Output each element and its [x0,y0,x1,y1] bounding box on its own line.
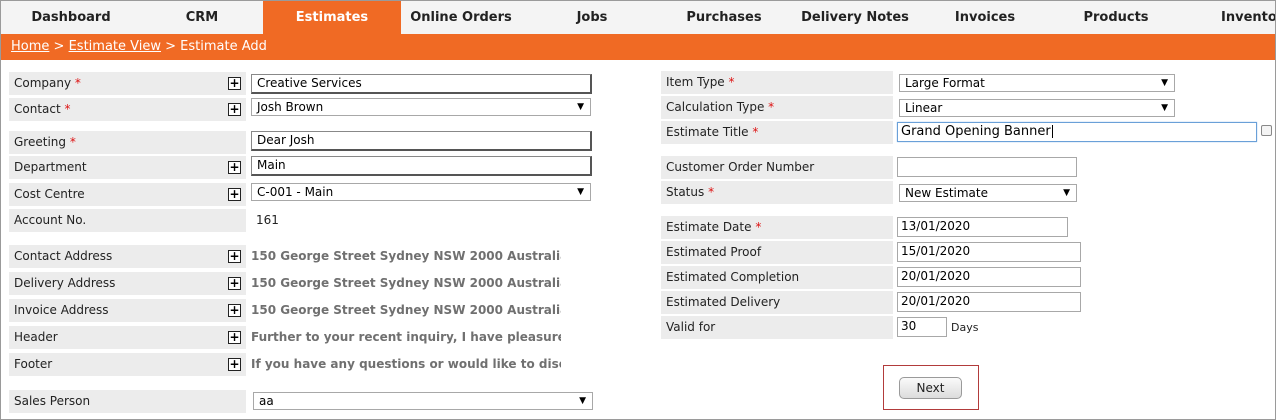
breadcrumb-separator: > [165,39,177,54]
nav-tab-delivery-notes[interactable]: Delivery Notes [785,1,925,34]
edit-footer-plus-icon[interactable]: + [228,358,241,371]
next-button-highlight: Next [883,365,979,410]
estimated-delivery-input[interactable]: 20/01/2020 [897,292,1081,312]
nav-tab-products[interactable]: Products [1045,1,1187,34]
edit-header-plus-icon[interactable]: + [228,331,241,344]
text-cursor [1051,125,1053,138]
department-input[interactable]: Main [251,156,592,176]
chevron-down-icon: ▼ [579,396,586,406]
breadcrumb-current: Estimate Add [180,39,267,54]
edit-contact-address-plus-icon[interactable]: + [228,250,241,263]
estimated-proof-label: Estimated Proof [661,241,893,264]
valid-for-label: Valid for [661,316,893,339]
department-label: Department [9,156,246,179]
next-button[interactable]: Next [899,377,962,399]
add-contact-plus-icon[interactable]: + [228,103,241,116]
estimate-title-label: Estimate Title * [661,121,893,144]
account-no-value: 161 [256,213,279,227]
customer-order-number-label: Customer Order Number [661,156,893,179]
greeting-label: Greeting * [9,131,246,154]
edit-invoice-address-plus-icon[interactable]: + [228,304,241,317]
invoice-address-label: Invoice Address [9,299,246,322]
cost-centre-select[interactable]: C-001 - Main ▼ [251,183,591,201]
contact-label: Contact * [9,98,246,121]
contact-select[interactable]: Josh Brown ▼ [251,98,591,116]
breadcrumb: Home > Estimate View > Estimate Add [1,34,1275,60]
chevron-down-icon: ▼ [1161,78,1168,88]
nav-tab-online-orders[interactable]: Online Orders [401,1,521,34]
footer-label: Footer [9,353,246,376]
header-text-value: Further to your recent inquiry, I have p… [251,330,561,344]
delivery-address-value: 150 George Street Sydney NSW 2000 Austra… [251,276,561,290]
company-input[interactable]: Creative Services [251,74,592,94]
estimated-completion-input[interactable]: 20/01/2020 [897,267,1081,287]
estimate-date-input[interactable]: 13/01/2020 [897,217,1068,237]
breadcrumb-estimate-view-link[interactable]: Estimate View [69,39,161,54]
add-company-plus-icon[interactable]: + [228,77,241,90]
status-select[interactable]: New Estimate ▼ [899,184,1077,202]
sales-person-select[interactable]: aa ▼ [253,392,593,410]
invoice-address-value: 150 George Street Sydney NSW 2000 Austra… [251,303,561,317]
item-type-label: Item Type * [661,71,893,94]
chevron-down-icon: ▼ [1063,188,1070,198]
calculation-type-label: Calculation Type * [661,96,893,119]
header-label: Header [9,326,246,349]
customer-order-number-input[interactable] [897,157,1077,177]
estimated-delivery-label: Estimated Delivery [661,291,893,314]
contact-address-label: Contact Address [9,245,246,268]
nav-tab-purchases[interactable]: Purchases [663,1,785,34]
contact-address-value: 150 George Street Sydney NSW 2000 Austra… [251,249,561,263]
footer-text-value: If you have any questions or would like … [251,357,561,371]
app-window: Dashboard CRM Estimates Online Orders Jo… [0,0,1276,420]
estimate-title-input[interactable]: Grand Opening Banner [897,122,1257,142]
estimate-date-label: Estimate Date * [661,216,893,239]
cost-centre-label: Cost Centre [9,183,246,206]
nav-tab-dashboard[interactable]: Dashboard [1,1,141,34]
estimated-proof-input[interactable]: 15/01/2020 [897,242,1081,262]
greeting-input[interactable]: Dear Josh [251,131,592,151]
company-label: Company * [9,72,246,95]
nav-tab-estimates[interactable]: Estimates [263,1,401,34]
chevron-down-icon: ▼ [577,102,584,112]
sales-person-label: Sales Person [9,390,246,413]
nav-tab-crm[interactable]: CRM [141,1,263,34]
delivery-address-label: Delivery Address [9,272,246,295]
estimated-completion-label: Estimated Completion [661,266,893,289]
estimate-title-checkbox[interactable] [1261,125,1272,136]
status-label: Status * [661,181,893,204]
valid-for-input[interactable]: 30 [897,317,947,337]
valid-for-unit: Days [951,321,979,334]
chevron-down-icon: ▼ [577,187,584,197]
nav-tab-inventory[interactable]: Inventory [1191,1,1275,34]
item-type-select[interactable]: Large Format ▼ [899,74,1175,92]
calculation-type-select[interactable]: Linear ▼ [899,99,1175,117]
nav-tab-jobs[interactable]: Jobs [521,1,663,34]
breadcrumb-separator: > [53,39,65,54]
chevron-down-icon: ▼ [1161,103,1168,113]
account-no-label: Account No. [9,209,246,232]
nav-tab-invoices[interactable]: Invoices [925,1,1045,34]
breadcrumb-home-link[interactable]: Home [11,39,49,54]
main-nav: Dashboard CRM Estimates Online Orders Jo… [1,1,1275,35]
add-cost-centre-plus-icon[interactable]: + [228,188,241,201]
edit-delivery-address-plus-icon[interactable]: + [228,277,241,290]
add-department-plus-icon[interactable]: + [228,161,241,174]
